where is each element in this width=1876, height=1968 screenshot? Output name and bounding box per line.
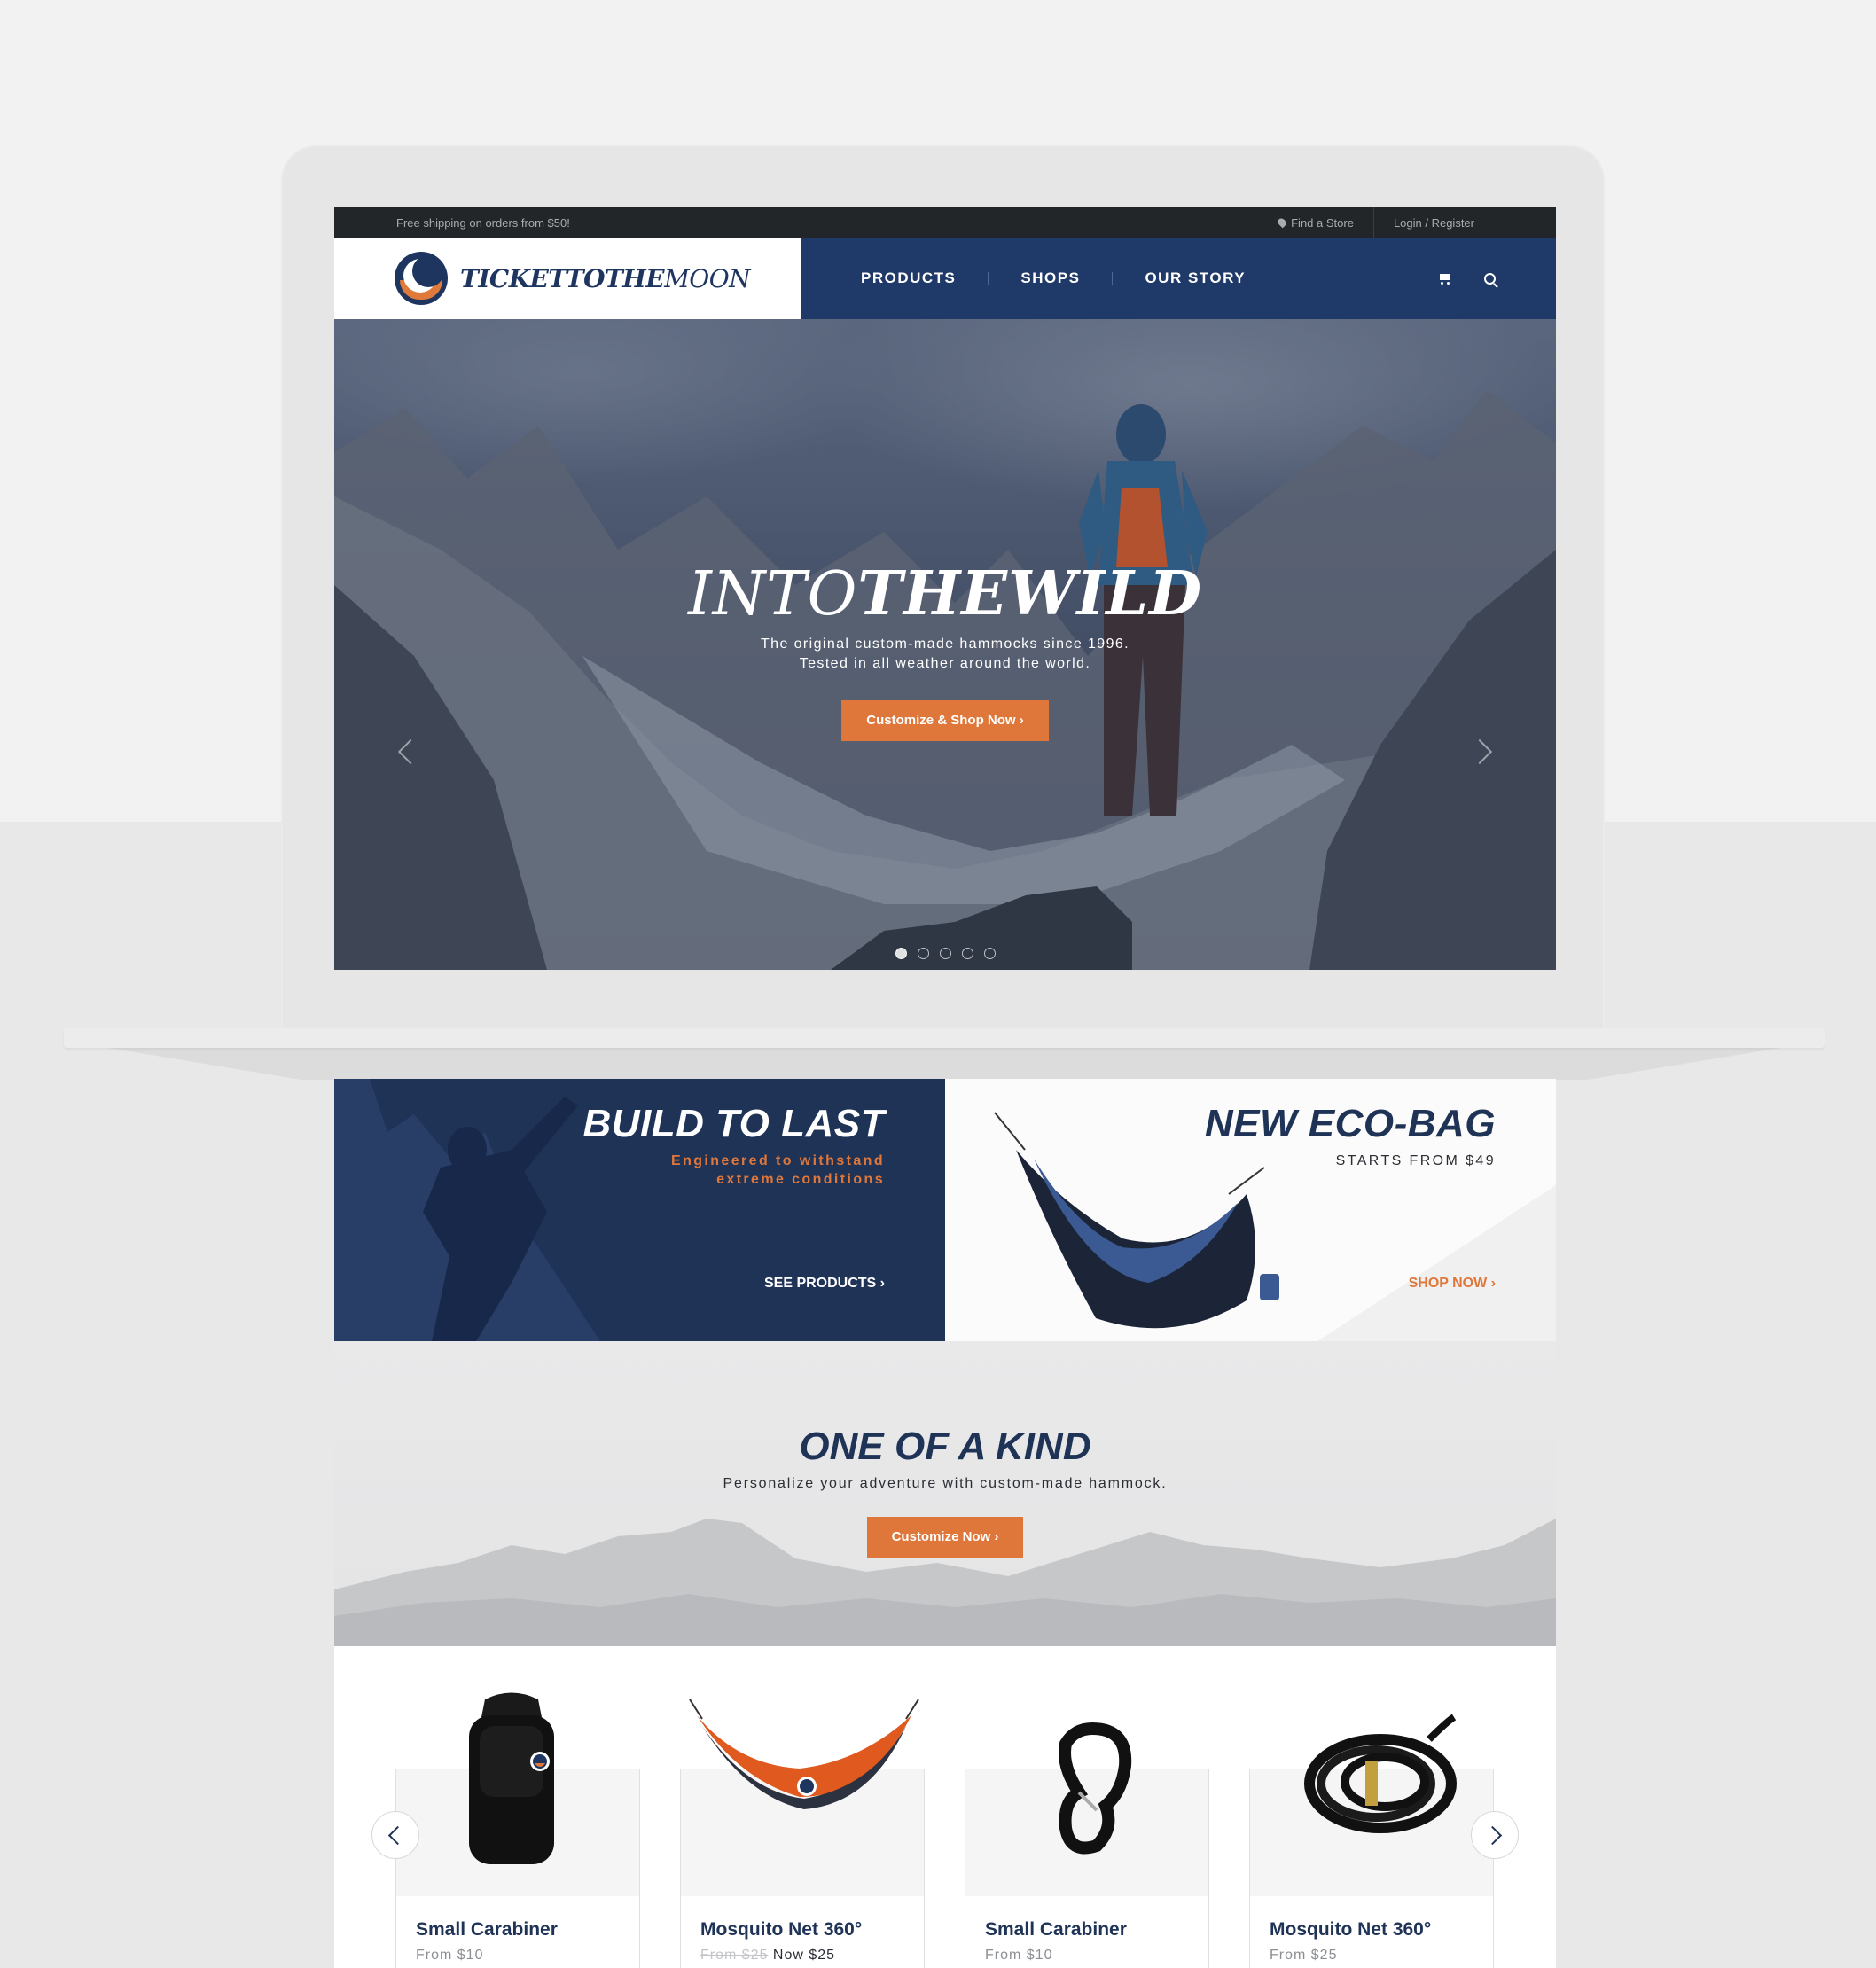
one-of-a-kind-subtitle: Personalize your adventure with custom-m… xyxy=(723,1476,1168,1491)
product-price: From $10 xyxy=(985,1948,1053,1963)
product-price: From $25 Now $25 xyxy=(700,1948,904,1964)
product-carousel: Small Carabiner From $10 Mosquito Net 36… xyxy=(334,1646,1556,1968)
product-info: Small Carabiner From $10 xyxy=(396,1896,639,1968)
backpack-image xyxy=(469,1692,554,1864)
slider-dot[interactable] xyxy=(961,948,973,959)
laptop-screen: Free shipping on orders from $50! Find a… xyxy=(334,207,1556,970)
slider-dot[interactable] xyxy=(939,948,951,959)
logo[interactable]: TICKETTOTHEMOON xyxy=(334,238,801,319)
moon-logo-icon xyxy=(395,252,448,305)
one-of-a-kind-title: ONE OF A KIND xyxy=(799,1425,1091,1468)
header-icons xyxy=(1438,272,1496,285)
eco-bag-banner[interactable]: NEW ECO-BAG STARTS FROM $49 SHOP NOW › xyxy=(945,1079,1556,1341)
carabiner-image xyxy=(1059,1722,1132,1855)
eco-bag-copy: NEW ECO-BAG STARTS FROM $49 xyxy=(1205,1102,1496,1169)
product-now-price: Now $25 xyxy=(772,1948,836,1963)
main-header: TICKETTOTHEMOON PRODUCTS SHOPS OUR STORY xyxy=(334,238,1556,319)
nav-divider xyxy=(988,272,989,285)
hero-subtitle-line2: Tested in all weather around the world. xyxy=(799,656,1091,671)
laptop-base xyxy=(64,1028,1825,1048)
product-name: Small Carabiner xyxy=(985,1919,1127,1940)
shop-now-link[interactable]: SHOP NOW › xyxy=(1409,1276,1496,1292)
carousel-prev-button[interactable] xyxy=(371,1811,419,1859)
hero-subtitle: The original custom-made hammocks since … xyxy=(334,635,1556,674)
nav-products[interactable]: PRODUCTS xyxy=(861,269,956,287)
search-icon[interactable] xyxy=(1484,272,1496,285)
top-bar: Free shipping on orders from $50! Find a… xyxy=(334,207,1556,238)
login-register-link[interactable]: Login / Register xyxy=(1372,207,1494,238)
customize-now-button[interactable]: Customize Now › xyxy=(866,1517,1024,1558)
hero-slider: INTOTHEWILD The original custom-made ham… xyxy=(334,319,1556,970)
slider-dot[interactable] xyxy=(895,948,907,959)
carousel-next-button[interactable] xyxy=(1471,1811,1519,1859)
build-to-last-subtitle: Engineered to withstand extreme conditio… xyxy=(582,1152,885,1189)
eco-bag-title: NEW ECO-BAG xyxy=(1204,1102,1496,1145)
product-info: Mosquito Net 360° From $25 Now $25 xyxy=(681,1896,924,1968)
login-label: Login / Register xyxy=(1393,215,1474,230)
customize-shop-button[interactable]: Customize & Shop Now › xyxy=(841,700,1049,741)
main-nav: PRODUCTS SHOPS OUR STORY xyxy=(801,238,1556,319)
one-of-a-kind-copy: ONE OF A KIND Personalize your adventure… xyxy=(334,1425,1556,1558)
nav-our-story[interactable]: OUR STORY xyxy=(1145,269,1246,287)
hero-title: INTOTHEWILD xyxy=(334,558,1556,629)
hero-title-bold: THEWILD xyxy=(857,558,1203,629)
rope-image xyxy=(1304,1714,1457,1833)
product-price: From $10 xyxy=(416,1948,484,1963)
find-store-link[interactable]: Find a Store xyxy=(1259,207,1373,238)
shipping-notice: Free shipping on orders from $50! xyxy=(396,215,570,230)
hammock-product-image xyxy=(689,1699,919,1809)
cart-icon[interactable] xyxy=(1438,273,1452,285)
find-store-label: Find a Store xyxy=(1291,215,1354,230)
top-bar-links: Find a Store Login / Register xyxy=(1259,207,1494,238)
product-info: Mosquito Net 360° From $25 xyxy=(1250,1896,1493,1968)
hero-content: INTOTHEWILD The original custom-made ham… xyxy=(334,558,1556,741)
eco-bag-subtitle: STARTS FROM $49 xyxy=(1335,1153,1496,1168)
slider-dot[interactable] xyxy=(917,948,929,959)
product-name: Small Carabiner xyxy=(416,1919,558,1940)
product-name: Mosquito Net 360° xyxy=(700,1919,863,1940)
brand-name-bold: TICKETTOTHE xyxy=(460,263,665,293)
product-old-price: From $25 xyxy=(700,1948,769,1963)
see-products-link[interactable]: SEE PRODUCTS › xyxy=(764,1276,885,1292)
hero-title-thin: INTO xyxy=(687,559,858,629)
slider-dots xyxy=(334,948,1556,959)
laptop-base-shadow xyxy=(98,1046,1791,1080)
product-name: Mosquito Net 360° xyxy=(1270,1919,1432,1940)
promo-row: BUILD TO LAST Engineered to withstand ex… xyxy=(334,1079,1556,1341)
build-to-last-title: BUILD TO LAST xyxy=(582,1102,885,1145)
hero-subtitle-line1: The original custom-made hammocks since … xyxy=(760,636,1130,652)
slider-dot[interactable] xyxy=(983,948,996,959)
nav-shops[interactable]: SHOPS xyxy=(1020,269,1080,287)
brand-name: TICKETTOTHEMOON xyxy=(460,263,751,293)
product-price: From $25 xyxy=(1270,1948,1338,1963)
location-pin-icon xyxy=(1276,216,1288,229)
build-to-last-copy: BUILD TO LAST Engineered to withstand ex… xyxy=(582,1102,885,1189)
build-to-last-sub-line1: Engineered to withstand xyxy=(671,1153,885,1168)
build-to-last-banner[interactable]: BUILD TO LAST Engineered to withstand ex… xyxy=(334,1079,945,1341)
one-of-a-kind-section: ONE OF A KIND Personalize your adventure… xyxy=(334,1341,1556,1646)
build-to-last-sub-line2: extreme conditions xyxy=(716,1172,885,1187)
brand-name-light: MOON xyxy=(664,263,751,293)
nav-divider xyxy=(1112,272,1114,285)
product-info: Small Carabiner From $10 xyxy=(965,1896,1208,1968)
